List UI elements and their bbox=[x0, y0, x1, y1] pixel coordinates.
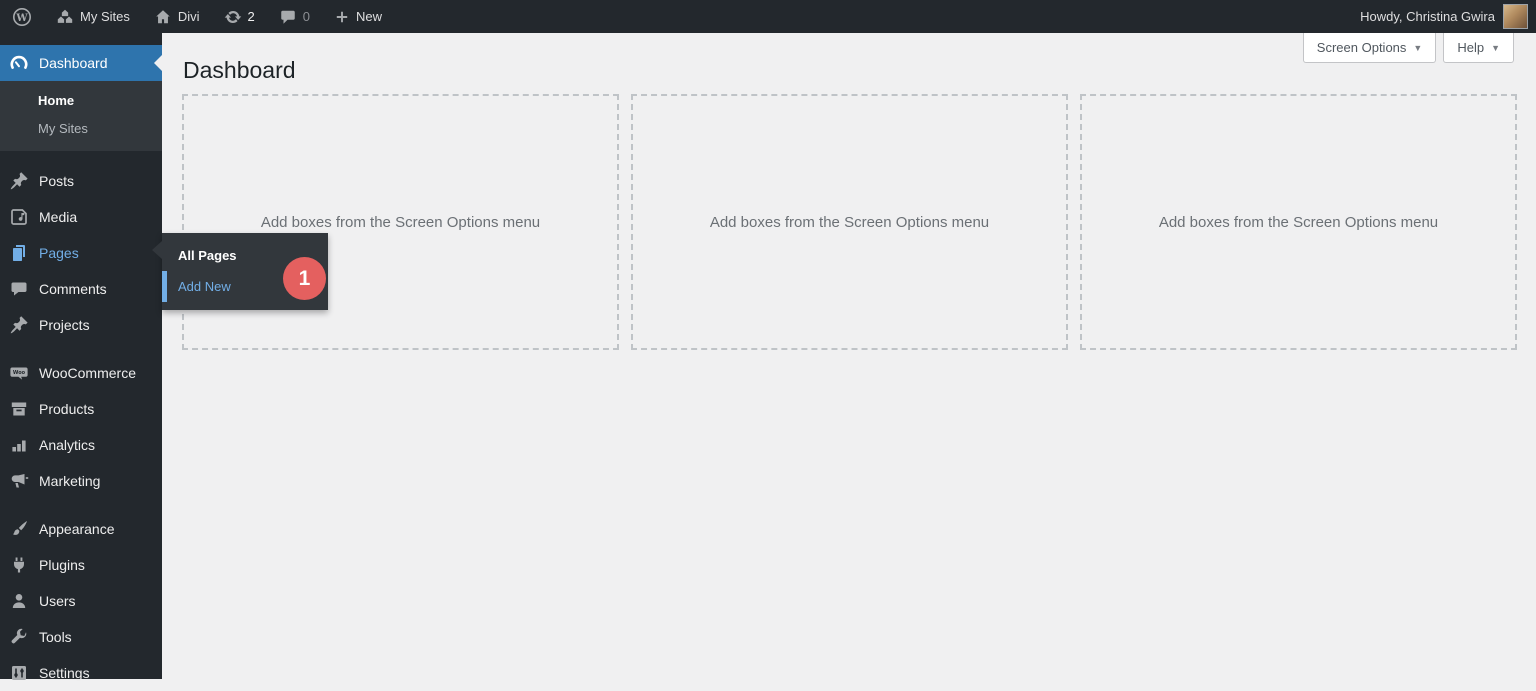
wrench-icon bbox=[9, 627, 29, 647]
admin-sidebar: Dashboard Home My Sites Posts Media Page… bbox=[0, 33, 162, 681]
empty-widget-column-3: Add boxes from the Screen Options menu bbox=[1080, 94, 1517, 350]
sidebar-item-settings[interactable]: Settings bbox=[0, 655, 162, 691]
sidebar-item-label: Media bbox=[39, 209, 78, 225]
network-sites-icon bbox=[56, 8, 74, 26]
bar-chart-icon bbox=[9, 435, 29, 455]
help-label: Help bbox=[1457, 40, 1485, 55]
admin-bar-right: Howdy, Christina Gwira bbox=[1360, 0, 1536, 33]
chevron-down-icon: ▼ bbox=[1491, 42, 1500, 53]
admin-bar-left: W My Sites Divi 2 0 New bbox=[0, 0, 394, 33]
sidebar-item-products[interactable]: Products bbox=[0, 391, 162, 427]
sidebar-item-label: Projects bbox=[39, 317, 90, 333]
pushpin-icon bbox=[9, 171, 29, 191]
chevron-down-icon: ▼ bbox=[1413, 42, 1423, 53]
sidebar-item-projects[interactable]: Projects bbox=[0, 307, 162, 343]
megaphone-icon bbox=[9, 471, 29, 491]
sidebar-item-label: Plugins bbox=[39, 557, 85, 573]
step-annotation-badge: 1 bbox=[283, 257, 326, 300]
svg-text:W: W bbox=[15, 12, 28, 23]
plus-icon bbox=[334, 9, 350, 25]
sidebar-item-plugins[interactable]: Plugins bbox=[0, 547, 162, 583]
comment-bubble-icon bbox=[279, 8, 297, 26]
help-button[interactable]: Help ▼ bbox=[1443, 33, 1514, 63]
sidebar-item-media[interactable]: Media bbox=[0, 199, 162, 235]
wp-logo-menu[interactable]: W bbox=[0, 0, 44, 33]
empty-column-hint: Add boxes from the Screen Options menu bbox=[709, 213, 990, 231]
updates-menu[interactable]: 2 bbox=[212, 0, 267, 33]
screen-meta-links: Screen Options ▼ Help ▼ bbox=[1302, 33, 1514, 63]
my-sites-menu[interactable]: My Sites bbox=[44, 0, 142, 33]
new-label: New bbox=[355, 9, 382, 24]
site-name-menu[interactable]: Divi bbox=[142, 0, 212, 33]
pages-stack-icon bbox=[9, 243, 29, 263]
admin-bar: W My Sites Divi 2 0 New Howdy, Christina… bbox=[0, 0, 1536, 33]
comments-menu[interactable]: 0 bbox=[267, 0, 322, 33]
empty-widget-column-2: Add boxes from the Screen Options menu bbox=[631, 94, 1068, 350]
empty-widget-column-1: Add boxes from the Screen Options menu bbox=[182, 94, 619, 350]
site-name-label: Divi bbox=[177, 9, 200, 24]
paintbrush-icon bbox=[9, 519, 29, 539]
sidebar-item-pages[interactable]: Pages bbox=[0, 235, 162, 271]
dashboard-widget-area: Add boxes from the Screen Options menu A… bbox=[162, 85, 1536, 350]
empty-column-hint: Add boxes from the Screen Options menu bbox=[1158, 213, 1439, 231]
sidebar-item-label: Dashboard bbox=[39, 55, 108, 71]
screen-options-button[interactable]: Screen Options ▼ bbox=[1302, 33, 1437, 63]
sidebar-item-label: Users bbox=[39, 593, 76, 609]
sidebar-item-dashboard[interactable]: Dashboard bbox=[0, 45, 162, 81]
sidebar-item-appearance[interactable]: Appearance bbox=[0, 511, 162, 547]
sidebar-item-marketing[interactable]: Marketing bbox=[0, 463, 162, 499]
plug-icon bbox=[9, 555, 29, 575]
home-icon bbox=[154, 8, 172, 26]
media-note-icon bbox=[9, 207, 29, 227]
comment-bubble-icon bbox=[9, 279, 29, 299]
woocommerce-bubble-icon: Woo bbox=[9, 363, 29, 383]
howdy-account-menu[interactable]: Howdy, Christina Gwira bbox=[1360, 9, 1495, 24]
dashboard-gauge-icon bbox=[9, 53, 29, 73]
my-sites-label: My Sites bbox=[80, 9, 130, 24]
screen-options-label: Screen Options bbox=[1316, 40, 1407, 55]
sidebar-item-analytics[interactable]: Analytics bbox=[0, 427, 162, 463]
dashboard-submenu: Home My Sites bbox=[0, 81, 162, 151]
sidebar-item-comments[interactable]: Comments bbox=[0, 271, 162, 307]
sidebar-item-label: Tools bbox=[39, 629, 72, 645]
sidebar-item-label: Comments bbox=[39, 281, 107, 297]
update-icon bbox=[224, 8, 242, 26]
sidebar-item-label: Posts bbox=[39, 173, 75, 189]
settings-sliders-icon bbox=[9, 663, 29, 683]
wordpress-logo-icon: W bbox=[12, 7, 32, 27]
sidebar-item-posts[interactable]: Posts bbox=[0, 163, 162, 199]
sidebar-item-label: Appearance bbox=[39, 521, 115, 537]
comment-count: 0 bbox=[302, 9, 310, 24]
sidebar-item-label: Analytics bbox=[39, 437, 96, 453]
pushpin-icon bbox=[9, 315, 29, 335]
sidebar-item-label: Pages bbox=[39, 245, 79, 261]
submenu-item-my-sites[interactable]: My Sites bbox=[0, 115, 162, 143]
sidebar-item-label: WooCommerce bbox=[39, 365, 136, 381]
submenu-item-home[interactable]: Home bbox=[0, 87, 162, 115]
svg-text:Woo: Woo bbox=[13, 370, 26, 376]
user-icon bbox=[9, 591, 29, 611]
sidebar-item-label: Products bbox=[39, 401, 95, 417]
sidebar-item-tools[interactable]: Tools bbox=[0, 619, 162, 655]
update-count: 2 bbox=[247, 9, 255, 24]
user-avatar[interactable] bbox=[1503, 4, 1528, 29]
main-content: Screen Options ▼ Help ▼ Dashboard Add bo… bbox=[162, 33, 1536, 679]
sidebar-item-label: Marketing bbox=[39, 473, 101, 489]
sidebar-item-users[interactable]: Users bbox=[0, 583, 162, 619]
sidebar-item-label: Settings bbox=[39, 665, 90, 681]
sidebar-item-woocommerce[interactable]: Woo WooCommerce bbox=[0, 355, 162, 391]
new-content-menu[interactable]: New bbox=[322, 0, 394, 33]
empty-column-hint: Add boxes from the Screen Options menu bbox=[260, 213, 541, 231]
archive-box-icon bbox=[9, 399, 29, 419]
